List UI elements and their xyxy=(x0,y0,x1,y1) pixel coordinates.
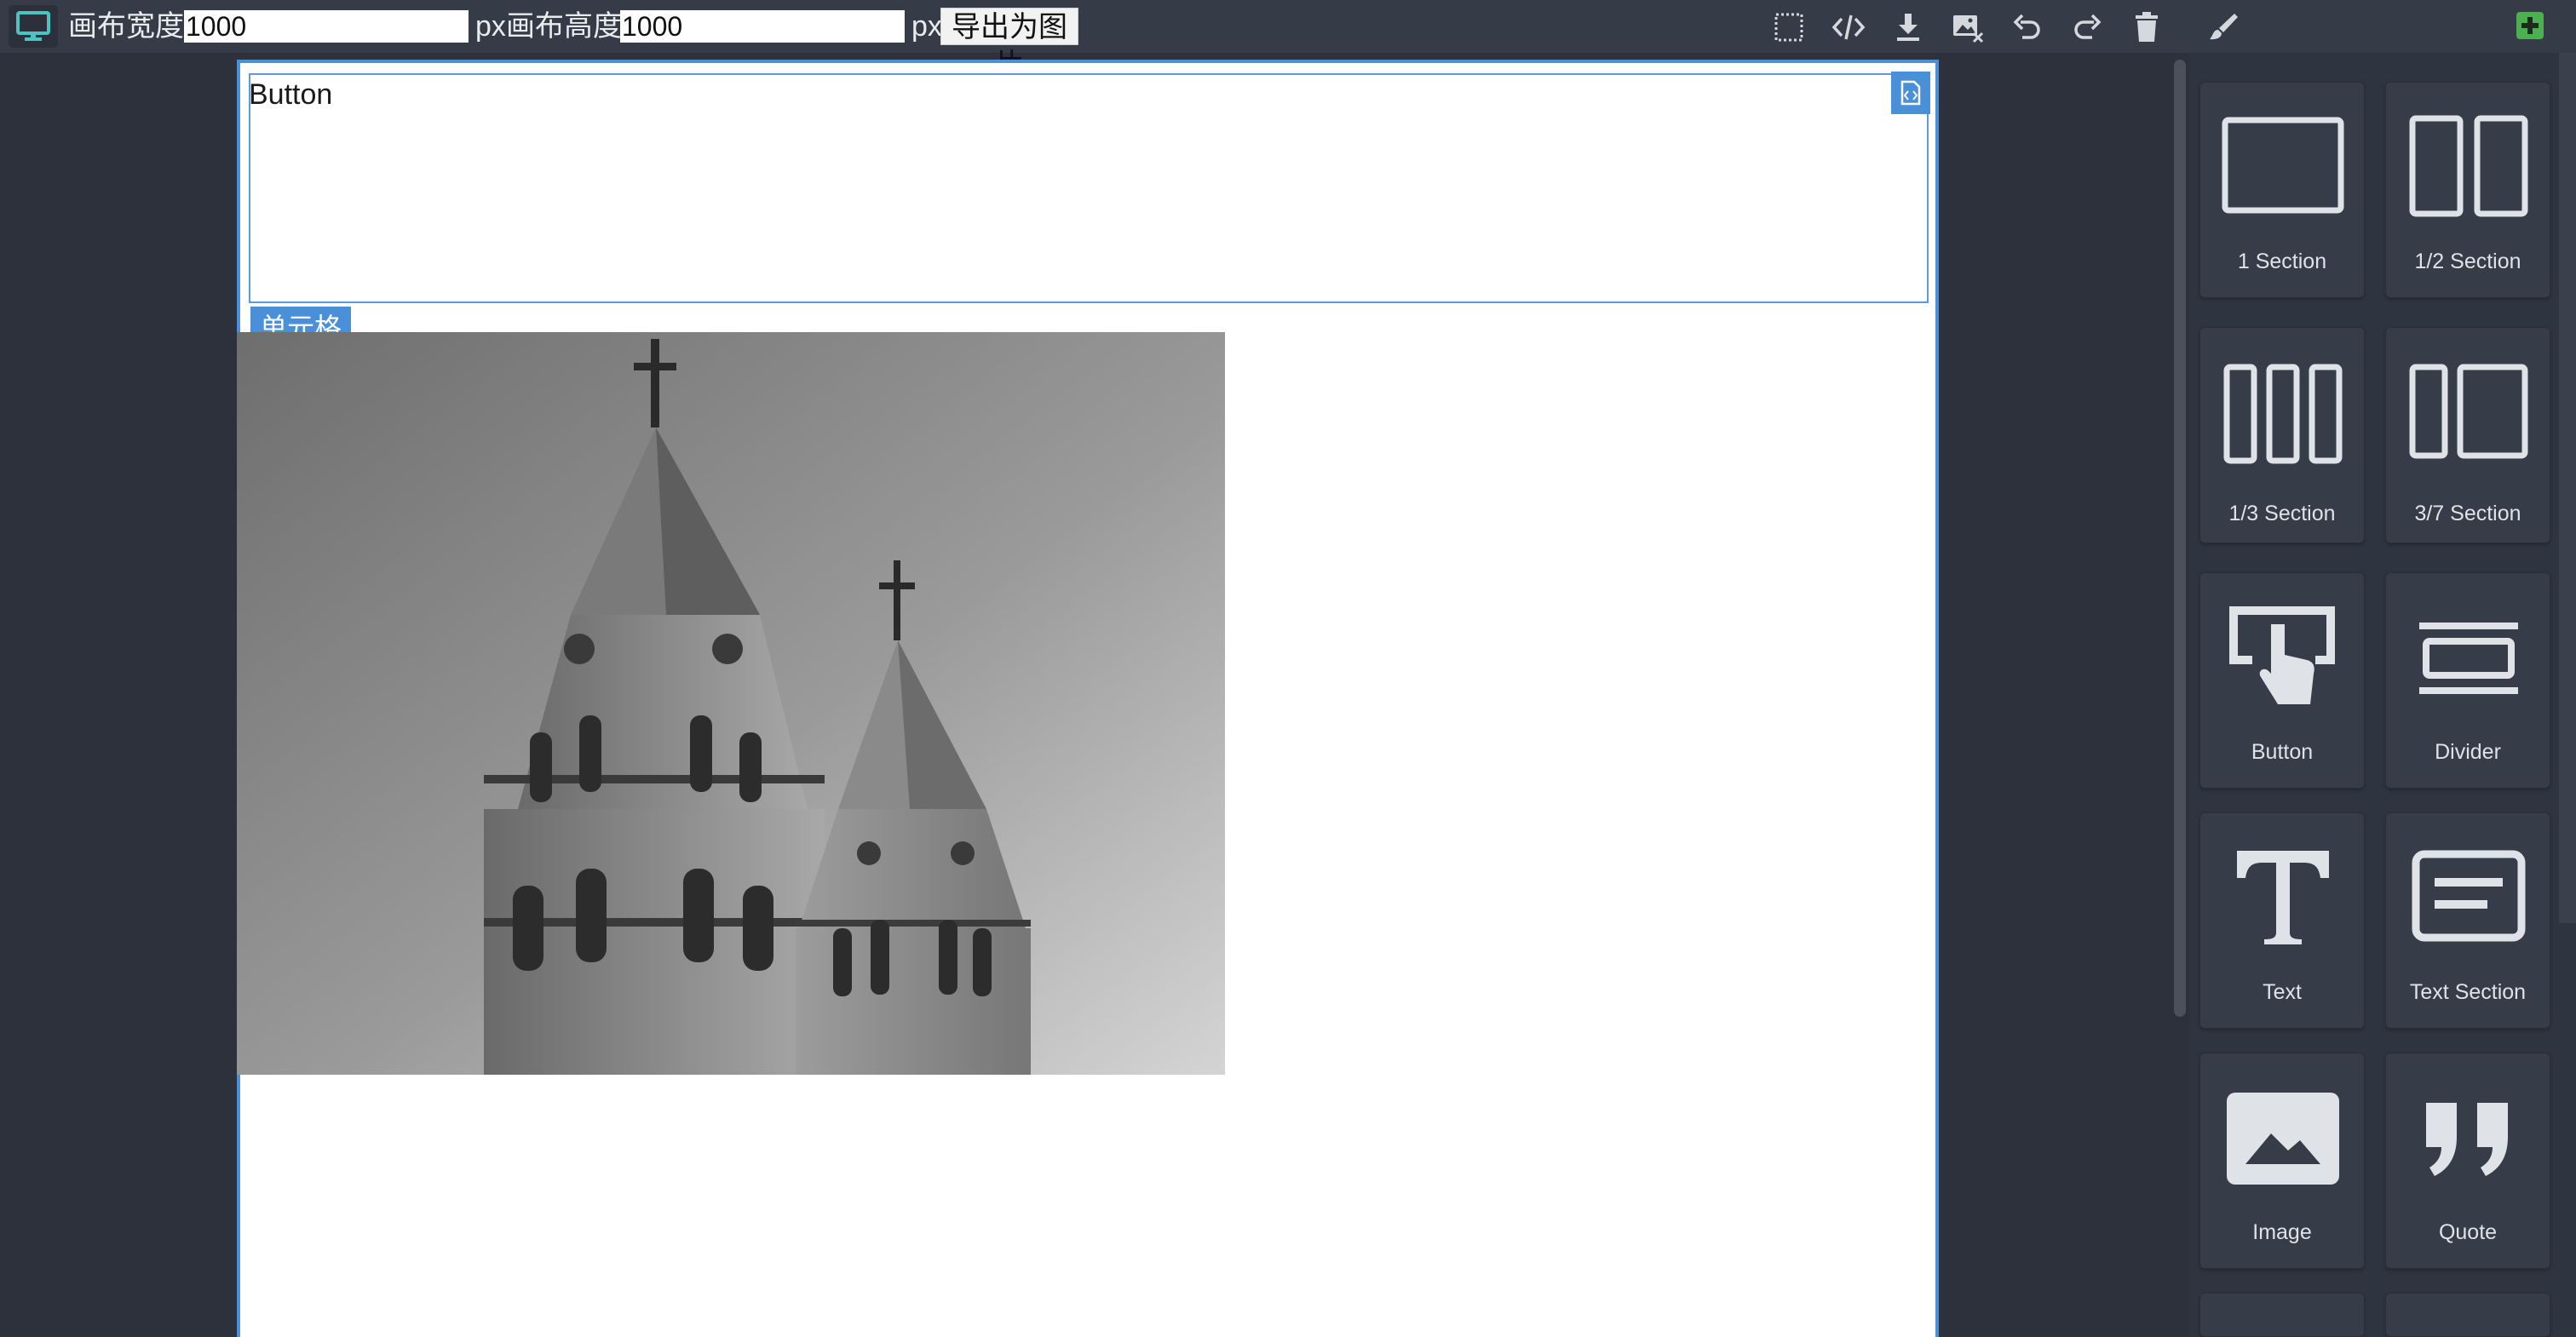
canvas-height-input[interactable] xyxy=(620,10,905,43)
download-icon xyxy=(1897,14,1919,41)
block-text-section[interactable]: Text Section xyxy=(2385,812,2550,1029)
block-more-1[interactable] xyxy=(2199,1293,2365,1337)
one-section-icon xyxy=(2222,117,2344,214)
redo-button[interactable] xyxy=(2070,10,2104,44)
add-block-icon xyxy=(2516,12,2544,39)
toolbar: 画布宽度 px 画布高度 px 导出为图片 xyxy=(0,0,2576,81)
block-third-section[interactable]: 1/3 Section xyxy=(2199,327,2365,543)
text-section-icon xyxy=(2412,850,2526,942)
open-blocks-button[interactable] xyxy=(2513,9,2547,43)
select-area-button[interactable] xyxy=(1772,10,1806,44)
block-label: Text xyxy=(2263,980,2302,1004)
select-area-icon xyxy=(1774,13,1803,42)
download-button[interactable] xyxy=(1891,10,1925,44)
block-label: 3/7 Section xyxy=(2414,502,2521,525)
block-text[interactable]: Text xyxy=(2199,812,2365,1029)
style-manager-button[interactable] xyxy=(2206,10,2240,44)
block-label: Divider xyxy=(2435,740,2501,764)
block-label: Text Section xyxy=(2409,980,2527,1004)
component-code-badge[interactable] xyxy=(1891,72,1930,114)
image-icon xyxy=(2227,1093,2339,1185)
trash-icon xyxy=(2136,12,2158,42)
third-section-icon xyxy=(2223,364,2343,464)
block-more-2[interactable] xyxy=(2385,1293,2550,1337)
height-unit-label: px xyxy=(911,10,942,43)
block-half-section[interactable]: 1/2 Section xyxy=(2385,82,2550,298)
canvas-scrollbar[interactable] xyxy=(2174,60,2186,1017)
church-towers-photo[interactable] xyxy=(237,332,1225,1075)
undo-button[interactable] xyxy=(2010,10,2044,44)
device-desktop-button[interactable] xyxy=(9,5,58,48)
redo-icon xyxy=(2074,14,2102,39)
blocks-panel-scrollbar[interactable] xyxy=(2559,53,2576,923)
remove-image-button[interactable] xyxy=(1951,10,1985,44)
block-label: Quote xyxy=(2438,1220,2498,1244)
canvas-width-label: 画布宽度 xyxy=(68,10,184,43)
block-image[interactable]: Image xyxy=(2199,1053,2365,1269)
delete-button[interactable] xyxy=(2130,10,2164,44)
text-icon xyxy=(2237,851,2329,944)
editor-canvas[interactable]: Button 单元格 xyxy=(237,60,1939,1337)
remove-image-icon xyxy=(1953,15,1984,43)
paintbrush-icon xyxy=(2210,14,2238,40)
block-label: Image xyxy=(2252,1220,2312,1244)
block-divider[interactable]: Divider xyxy=(2385,572,2550,789)
button-pointer-icon xyxy=(2229,606,2335,704)
block-button[interactable]: Button xyxy=(2199,572,2365,789)
block-label: 1/2 Section xyxy=(2414,250,2521,273)
block-1-section[interactable]: 1 Section xyxy=(2199,82,2365,298)
block-label: 1/3 Section xyxy=(2228,502,2336,525)
undo-icon xyxy=(2013,14,2040,39)
code-file-icon xyxy=(1900,80,1921,106)
button-component[interactable]: Button xyxy=(249,72,1930,303)
block-label: Button xyxy=(2251,740,2314,764)
button-text[interactable]: Button xyxy=(249,78,332,112)
three-seven-section-icon xyxy=(2409,364,2528,459)
canvas-height-label: 画布高度 xyxy=(506,10,622,43)
block-label: 1 Section xyxy=(2237,250,2327,273)
quote-icon xyxy=(2426,1103,2508,1176)
width-unit-label: px xyxy=(475,10,506,43)
code-icon xyxy=(1831,14,1866,40)
half-section-icon xyxy=(2409,115,2528,217)
block-three-seven-section[interactable]: 3/7 Section xyxy=(2385,327,2550,543)
export-image-button[interactable]: 导出为图片 xyxy=(940,8,1078,81)
divider-icon xyxy=(2419,623,2518,694)
monitor-icon xyxy=(16,11,50,41)
code-button[interactable] xyxy=(1831,10,1866,44)
block-quote[interactable]: Quote xyxy=(2385,1053,2550,1269)
canvas-width-input[interactable] xyxy=(184,10,469,43)
